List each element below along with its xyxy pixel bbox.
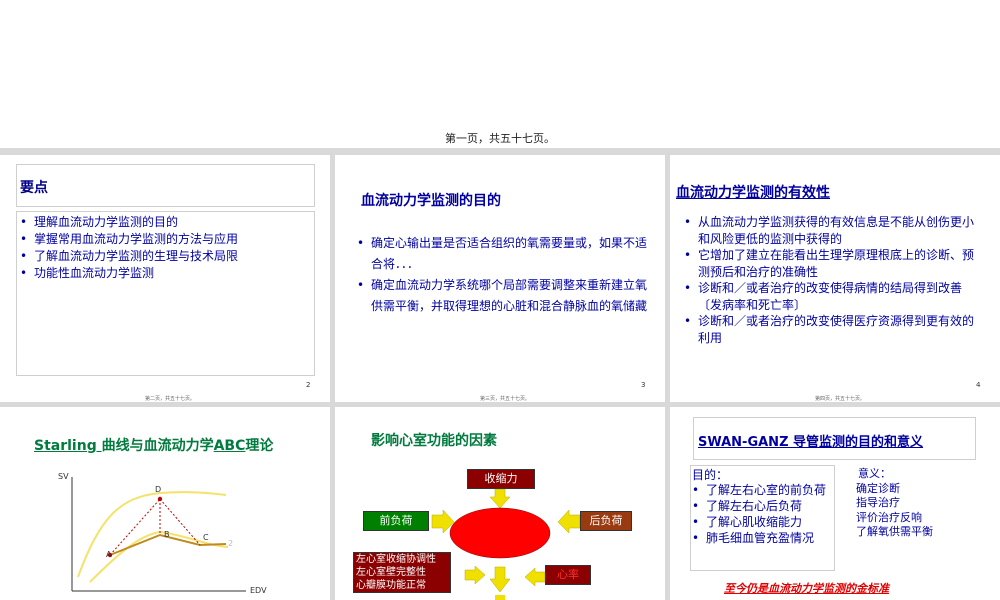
slide-footer: 第四页，共五十七页。 <box>815 396 866 402</box>
purpose-list: 了解左右心室的前负荷 了解左右心后负荷 了解心肌收缩能力 肺毛细血管充盈情况 <box>692 482 830 546</box>
arrow-bottom <box>495 595 505 600</box>
starling-curve-diagram: SV EDV D A B C 2 <box>58 472 267 595</box>
title-frame <box>16 164 315 207</box>
slide-2[interactable]: 要点 理解血流动力学监测的目的 掌握常用血流动力学监测的方法与应用 了解血流动力… <box>0 155 330 402</box>
x-axis-label: EDV <box>250 586 267 595</box>
curve-label-2: 2 <box>228 539 233 548</box>
slide-title: 血流动力学监测的有效性 <box>676 185 830 201</box>
slide-3[interactable]: 血流动力学监测的目的 确定心输出量是否适合组织的氧需要量或，如果不适合将．．． … <box>335 155 665 402</box>
page-number: 3 <box>641 381 646 389</box>
purpose-item: 了解心肌收缩能力 <box>692 514 830 530</box>
bullet-list: 理解血流动力学监测的目的 掌握常用血流动力学监测的方法与应用 了解血流动力学监测… <box>20 214 310 282</box>
page-caption: 第一页，共五十七页。 <box>445 132 555 145</box>
gold-standard-footnote: 至今仍是血流动力学监测的金标准 <box>724 582 889 595</box>
arrow-down-top <box>489 488 511 509</box>
meaning-item: 确定诊断 <box>856 481 900 495</box>
bullet-item: 功能性血流动力学监测 <box>20 265 310 282</box>
slide-title: SWAN-GANZ 导管监测的目的和意义 <box>698 435 924 450</box>
purpose-item: 了解左右心室的前负荷 <box>692 482 830 498</box>
meaning-item: 指导治疗 <box>856 496 900 509</box>
bullet-item: 确定心输出量是否适合组织的氧需要量或，如果不适合将．．． <box>357 233 649 275</box>
bullet-item: 了解血流动力学监测的生理与技术局限 <box>20 248 310 265</box>
arrow-right-bottom-left <box>464 565 486 585</box>
bullet-item: 诊断和／或者治疗的改变使得病情的结局得到改善〔发病率和死亡率〕 <box>684 280 984 313</box>
page-number: 4 <box>976 381 981 389</box>
bullet-item: 确定血流动力学系统哪个局部需要调整来重新建立氧供需平衡，并取得理想的心脏和混合静… <box>357 275 649 317</box>
bullet-list: 从血流动力学监测获得的有效信息是不能从创伤更小和风险更低的监测中获得的 它增加了… <box>684 214 984 346</box>
slide-6[interactable]: 影响心室功能的因素 收缩力 前负荷 后负荷 左心室收缩协调性 左心室壁完整性 心… <box>335 407 665 600</box>
box-line: 左心室收缩协调性 <box>356 554 436 565</box>
heart-rate-box: 心率 <box>545 565 591 585</box>
point-label-d: D <box>155 485 161 494</box>
slide-title: 血流动力学监测的目的 <box>361 193 501 209</box>
arrow-down-bottom <box>489 566 511 593</box>
point-marker-d <box>157 496 163 502</box>
y-axis-label: SV <box>58 472 69 481</box>
bottom-left-box: 左心室收缩协调性 左心室壁完整性 心瓣膜功能正常 <box>353 552 451 593</box>
purpose-heading: 目的： <box>692 468 729 482</box>
slide-5[interactable]: Starling 曲线与血流动力学ABC理论 SV EDV D A B C 2 <box>0 407 330 600</box>
arrow-left-bottom-right <box>524 567 546 587</box>
ventricle-center <box>449 507 551 559</box>
point-label-c: C <box>203 533 209 542</box>
point-label-a: A <box>106 550 112 559</box>
purpose-item: 肺毛细血管充盈情况 <box>692 530 830 546</box>
meaning-block: 意义： 确定诊断 指导治疗 评价治疗反响 了解氧供需平衡 <box>856 467 933 540</box>
bullet-item: 它增加了建立在能看出生理学原理根底上的诊断、预测预后和治疗的准确性 <box>684 247 984 280</box>
meaning-heading: 意义： <box>858 467 891 480</box>
arrow-left-right <box>557 509 581 534</box>
slide-title: 要点 <box>20 180 48 196</box>
bullet-item: 从血流动力学监测获得的有效信息是不能从创伤更小和风险更低的监测中获得的 <box>684 214 984 247</box>
bullet-item: 理解血流动力学监测的目的 <box>20 214 310 231</box>
bullet-item: 诊断和／或者治疗的改变使得医疗资源得到更有效的利用 <box>684 313 984 346</box>
contractility-box: 收缩力 <box>467 469 535 489</box>
page-number: 2 <box>306 381 311 389</box>
point-label-b: B <box>164 530 170 539</box>
bullet-list: 确定心输出量是否适合组织的氧需要量或，如果不适合将．．． 确定血流动力学系统哪个… <box>357 233 649 317</box>
preload-box: 前负荷 <box>363 511 429 531</box>
slide-footer: 第二页，共五十七页。 <box>145 396 196 402</box>
slide-7[interactable]: SWAN-GANZ 导管监测的目的和意义 目的： 了解左右心室的前负荷 了解左右… <box>670 407 1000 600</box>
meaning-item: 评价治疗反响 <box>856 510 922 524</box>
dotted-line-a-d <box>109 498 161 556</box>
box-line: 心瓣膜功能正常 <box>356 580 426 591</box>
box-line: 左心室壁完整性 <box>356 567 426 578</box>
meaning-item: 了解氧供需平衡 <box>856 525 933 538</box>
purpose-item: 了解左右心后负荷 <box>692 498 830 514</box>
top-blank-area <box>0 0 1000 148</box>
slide-footer: 第三页，共五十七页。 <box>480 396 531 402</box>
afterload-box: 后负荷 <box>580 511 632 531</box>
bullet-item: 掌握常用血流动力学监测的方法与应用 <box>20 231 310 248</box>
slide-4[interactable]: 血流动力学监测的有效性 从血流动力学监测获得的有效信息是不能从创伤更小和风险更低… <box>670 155 1000 402</box>
